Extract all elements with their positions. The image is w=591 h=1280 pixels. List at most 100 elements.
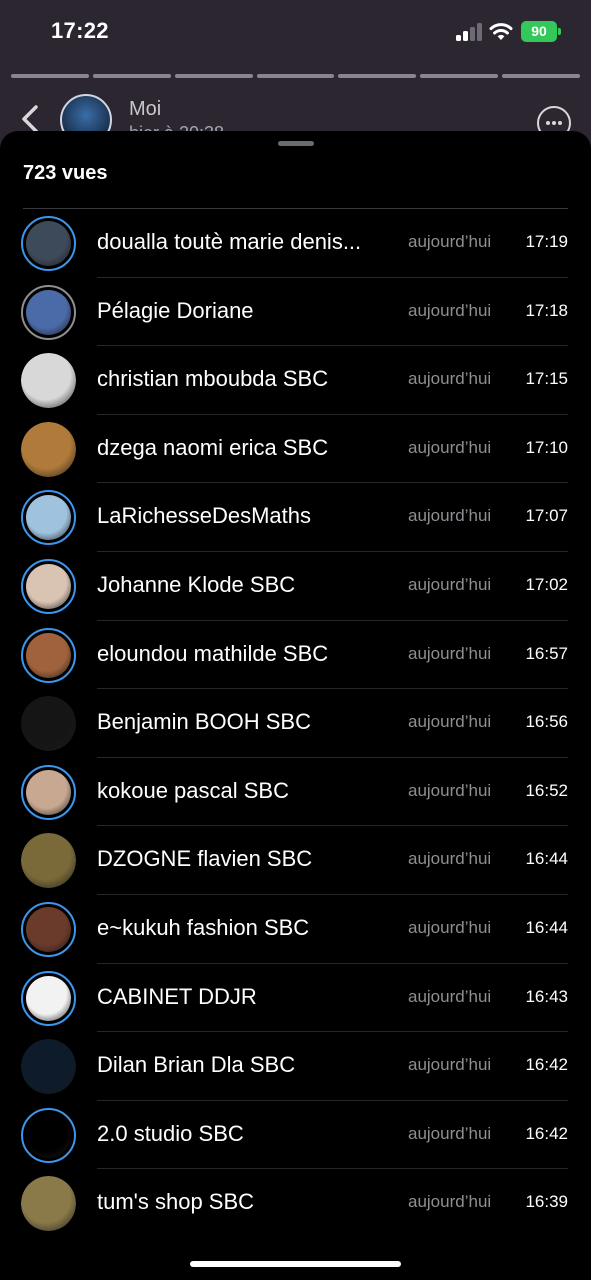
- view-day: aujourd’hui: [408, 369, 492, 389]
- viewer-row[interactable]: Pélagie Doriane aujourd’hui 17:18: [0, 278, 591, 347]
- view-time: 16:39: [525, 1192, 568, 1212]
- view-day: aujourd’hui: [408, 1055, 492, 1075]
- viewer-name: Johanne Klode SBC: [97, 571, 296, 597]
- avatar-photo: [21, 696, 76, 752]
- viewer-row[interactable]: eloundou mathilde SBC aujourd’hui 16:57: [0, 621, 591, 690]
- status-bar: 17:22 90: [0, 0, 591, 64]
- cellular-signal-icon: [456, 23, 482, 41]
- home-indicator[interactable]: [190, 1261, 401, 1267]
- avatar-photo: [26, 221, 71, 266]
- viewer-name: CABINET DDJR: [97, 983, 257, 1009]
- viewers-sheet: 723 vues doualla toutè marie denis... auj…: [0, 131, 591, 1280]
- view-time: 16:44: [525, 917, 568, 937]
- story-progress-bars: [11, 74, 581, 79]
- view-time: 17:19: [525, 232, 568, 251]
- viewer-list: doualla toutè marie denis... aujourd’hui 1…: [0, 209, 591, 1238]
- view-day: aujourd’hui: [408, 643, 492, 663]
- battery-icon: 90: [521, 21, 561, 42]
- avatar-photo: [26, 769, 71, 815]
- view-day: aujourd’hui: [408, 574, 492, 594]
- viewer-avatar[interactable]: [21, 696, 76, 752]
- viewer-avatar[interactable]: [21, 216, 76, 271]
- viewer-name: eloundou mathilde SBC: [97, 640, 329, 666]
- avatar-photo: [26, 906, 71, 952]
- viewer-name: doualla toutè marie denis...: [97, 229, 362, 254]
- wifi-icon: [489, 23, 513, 40]
- viewer-avatar[interactable]: [21, 490, 76, 546]
- view-day: aujourd’hui: [408, 506, 492, 526]
- avatar-photo: [26, 495, 71, 541]
- views-count: 723 vues: [23, 162, 108, 184]
- view-day: aujourd’hui: [408, 300, 492, 320]
- status-time: 17:22: [51, 18, 109, 43]
- view-time: 17:10: [525, 437, 568, 457]
- view-day: aujourd’hui: [408, 780, 492, 800]
- viewer-row[interactable]: tum's shop SBC aujourd’hui 16:39: [0, 1169, 591, 1238]
- avatar-photo: [21, 421, 76, 477]
- view-time: 16:44: [525, 849, 568, 869]
- view-day: aujourd’hui: [408, 986, 492, 1006]
- view-time: 16:42: [525, 1123, 568, 1143]
- back-chevron-icon[interactable]: [20, 104, 40, 134]
- avatar-photo: [21, 1039, 76, 1095]
- view-day: aujourd’hui: [408, 232, 492, 251]
- viewer-avatar[interactable]: [21, 627, 76, 683]
- view-day: aujourd’hui: [408, 917, 492, 937]
- viewer-row[interactable]: LaRichesseDesMaths aujourd’hui 17:07: [0, 483, 591, 552]
- viewer-avatar[interactable]: [21, 421, 76, 477]
- avatar-photo: [26, 975, 71, 1021]
- viewer-row[interactable]: CABINET DDJR aujourd’hui 16:43: [0, 964, 591, 1033]
- view-time: 17:18: [525, 300, 568, 320]
- viewer-name: e~kukuh fashion SBC: [97, 914, 310, 940]
- avatar-photo: [21, 1176, 76, 1232]
- view-day: aujourd’hui: [408, 712, 492, 732]
- story-owner-name: Moi: [129, 98, 162, 120]
- viewer-name: LaRichesseDesMaths: [97, 503, 311, 529]
- story-viewers-screen: 17:22 90 Moi hier à 20:38: [0, 0, 591, 1280]
- viewer-name: Pélagie Doriane: [97, 297, 254, 323]
- view-day: aujourd’hui: [408, 1123, 492, 1143]
- viewer-avatar[interactable]: [21, 284, 76, 340]
- viewer-row[interactable]: Benjamin BOOH SBC aujourd’hui 16:56: [0, 689, 591, 758]
- viewer-avatar[interactable]: [21, 764, 76, 820]
- viewer-row[interactable]: doualla toutè marie denis... aujourd’hui 1…: [0, 209, 591, 278]
- viewer-name: christian mboubda SBC: [97, 366, 329, 392]
- viewer-avatar[interactable]: [21, 558, 76, 614]
- viewer-row[interactable]: DZOGNE flavien SBC aujourd’hui 16:44: [0, 826, 591, 895]
- view-time: 16:52: [525, 780, 568, 800]
- view-day: aujourd’hui: [408, 437, 492, 457]
- viewer-avatar[interactable]: [21, 1039, 76, 1095]
- viewer-name: Dilan Brian Dla SBC: [97, 1052, 296, 1078]
- view-time: 17:02: [525, 574, 568, 594]
- viewer-row[interactable]: christian mboubda SBC aujourd’hui 17:15: [0, 346, 591, 415]
- viewer-row[interactable]: kokoue pascal SBC aujourd’hui 16:52: [0, 758, 591, 827]
- view-time: 17:07: [525, 506, 568, 526]
- viewer-row[interactable]: 2.0 studio SBC aujourd’hui 16:42: [0, 1101, 591, 1170]
- battery-level: 90: [521, 21, 557, 42]
- viewer-avatar[interactable]: [21, 901, 76, 957]
- avatar-photo: [21, 833, 76, 889]
- viewer-row[interactable]: e~kukuh fashion SBC aujourd’hui 16:44: [0, 895, 591, 964]
- viewer-avatar[interactable]: [21, 833, 76, 889]
- sheet-grabber[interactable]: [278, 141, 314, 146]
- view-time: 17:15: [525, 369, 568, 389]
- viewer-avatar[interactable]: [21, 1176, 76, 1232]
- viewer-name: kokoue pascal SBC: [97, 777, 289, 803]
- viewer-row[interactable]: Johanne Klode SBC aujourd’hui 17:02: [0, 552, 591, 621]
- viewer-name: dzega naomi erica SBC: [97, 434, 329, 460]
- view-time: 16:42: [525, 1055, 568, 1075]
- viewer-avatar[interactable]: [21, 1107, 76, 1163]
- avatar-photo: [26, 1112, 71, 1158]
- view-time: 16:56: [525, 712, 568, 732]
- avatar-photo: [26, 289, 71, 335]
- view-time: 16:57: [525, 643, 568, 663]
- avatar-photo: [21, 353, 76, 409]
- viewer-row[interactable]: Dilan Brian Dla SBC aujourd’hui 16:42: [0, 1032, 591, 1101]
- viewer-row[interactable]: dzega naomi erica SBC aujourd’hui 17:10: [0, 415, 591, 484]
- view-time: 16:43: [525, 986, 568, 1006]
- view-day: aujourd’hui: [408, 1192, 492, 1212]
- avatar-photo: [26, 563, 71, 609]
- viewer-avatar[interactable]: [21, 353, 76, 409]
- viewer-avatar[interactable]: [21, 970, 76, 1026]
- viewer-name: DZOGNE flavien SBC: [97, 846, 313, 872]
